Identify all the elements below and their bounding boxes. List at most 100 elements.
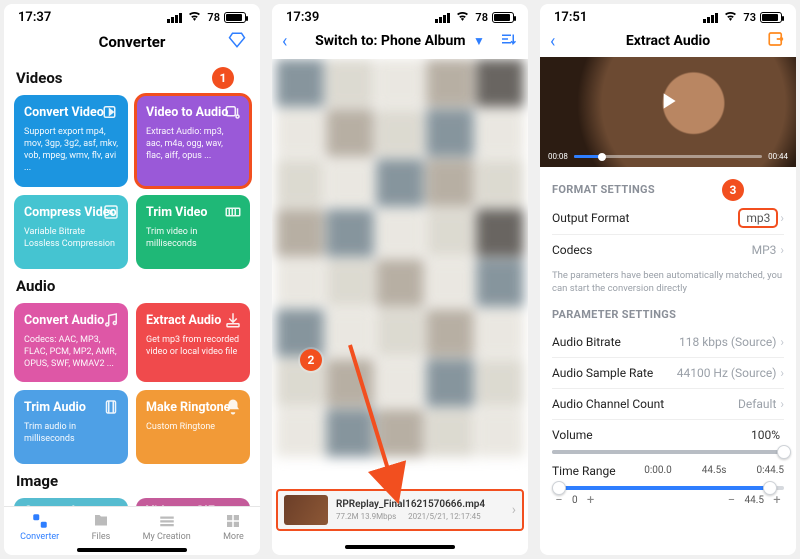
section-format-settings: FORMAT SETTINGS	[552, 183, 784, 196]
row-label: Time Range	[552, 464, 644, 478]
row-output-format[interactable]: Output Format mp3 ›	[552, 202, 784, 235]
row-audio-bitrate[interactable]: Audio Bitrate 118 kbps (Source) ›	[552, 327, 784, 358]
back-button[interactable]: ‹	[550, 31, 555, 52]
row-label: Audio Bitrate	[552, 335, 679, 349]
tab-label: Converter	[20, 532, 59, 542]
annotation-badge-3: 3	[722, 179, 744, 201]
battery-icon	[224, 12, 246, 23]
chevron-down-icon: ▼	[473, 34, 485, 48]
convert-icon	[102, 103, 120, 121]
card-trim-video[interactable]: Trim Video Trim video in milliseconds	[136, 195, 250, 269]
card-compress-video[interactable]: Compress Video Variable Bitrate Lossless…	[14, 195, 128, 269]
row-channel-count[interactable]: Audio Channel Count Default ›	[552, 389, 784, 420]
video-scrubber[interactable]	[574, 155, 762, 158]
row-value: 100%	[751, 428, 780, 442]
tab-label: More	[223, 532, 244, 542]
battery-icon	[492, 12, 514, 23]
card-video-to-audio[interactable]: Video to Audio Extract Audio: mp3, aac, …	[136, 95, 250, 187]
row-sample-rate[interactable]: Audio Sample Rate 44100 Hz (Source) ›	[552, 358, 784, 389]
chevron-right-icon: ›	[780, 335, 784, 349]
screen-extract-audio: 17:51 73 ‹ Extract Audio 00:08 00:44 FOR…	[540, 4, 796, 555]
main-content: Videos Convert Video Support export mp4,…	[4, 61, 260, 506]
signal-icon	[703, 13, 718, 23]
range-start: 0:00.0	[644, 465, 672, 476]
compress-icon	[102, 203, 120, 221]
clock: 17:37	[18, 10, 51, 25]
video-preview[interactable]: 00:08 00:44	[540, 57, 796, 167]
card-extract-audio[interactable]: Extract Audio Get mp3 from recorded vide…	[136, 303, 250, 382]
card-trim-audio[interactable]: Trim Audio Trim audio in milliseconds	[14, 390, 128, 464]
header: ‹ Extract Audio	[540, 27, 796, 57]
annotation-arrow	[344, 339, 424, 509]
header: ‹ Switch to: Phone Album ▼	[272, 27, 528, 59]
tab-label: Files	[92, 532, 111, 542]
range-end-value: 44.5	[745, 495, 765, 506]
tab-converter[interactable]: Converter	[20, 512, 59, 542]
range-duration: 44.5s	[702, 465, 727, 476]
range-end-plus[interactable]: +	[770, 494, 784, 508]
time-current: 00:08	[548, 152, 568, 161]
row-volume: Volume 100%	[552, 420, 784, 444]
card-convert-audio[interactable]: Convert Audio Codecs: AAC, MP3, FLAC, PC…	[14, 303, 128, 382]
time-total: 00:44	[768, 152, 788, 161]
battery-pct: 78	[207, 11, 220, 24]
premium-icon[interactable]	[228, 31, 246, 53]
tab-files[interactable]: Files	[92, 512, 111, 542]
range-end-minus[interactable]: −	[725, 494, 739, 508]
screen-converter: 17:37 78 Converter 1 Videos Convert Vide…	[4, 4, 260, 555]
audio-convert-icon	[102, 311, 120, 329]
annotation-badge-1: 1	[212, 67, 234, 89]
export-button[interactable]	[766, 30, 786, 52]
video-timebar[interactable]: 00:08 00:44	[548, 152, 788, 161]
card-video-to-gif[interactable]: Video to GIF	[136, 498, 250, 506]
annotation-badge-2: 2	[300, 349, 322, 371]
row-label: Volume	[552, 428, 751, 442]
page-title: Switch to: Phone Album	[315, 33, 465, 49]
photo-grid[interactable]: 2 RPReplay_Final1621570666.mp4 77.2M 13.…	[272, 59, 528, 555]
range-start-minus[interactable]: −	[552, 494, 566, 508]
row-value: Default	[738, 397, 776, 411]
trim-icon	[224, 203, 242, 221]
tab-more[interactable]: More	[223, 512, 244, 542]
status-bar: 17:51 73	[540, 4, 796, 27]
home-indicator	[77, 548, 187, 552]
tab-my-creation[interactable]: My Creation	[143, 512, 191, 542]
range-start-value: 0	[572, 495, 578, 506]
bell-icon	[224, 398, 242, 416]
volume-slider[interactable]	[552, 450, 784, 454]
sort-button[interactable]	[498, 30, 518, 52]
row-label: Audio Channel Count	[552, 397, 738, 411]
card-desc: Trim video in milliseconds	[146, 226, 240, 250]
card-convert-video[interactable]: Convert Video Support export mp4, mov, 3…	[14, 95, 128, 187]
time-range-slider[interactable]	[552, 486, 784, 490]
extract-icon	[224, 311, 242, 329]
range-steppers: − 0 + − 44.5 +	[552, 494, 784, 508]
battery-pct: 78	[475, 11, 488, 24]
row-label: Codecs	[552, 243, 752, 257]
card-title: Video to GIF	[146, 504, 240, 506]
card-desc: Get mp3 from recorded video or local vid…	[146, 334, 240, 358]
format-hint: The parameters have been automatically m…	[552, 265, 784, 298]
album-switcher[interactable]: Switch to: Phone Album ▼	[315, 33, 485, 49]
battery-pct: 73	[743, 11, 756, 24]
range-start-plus[interactable]: +	[584, 494, 598, 508]
wifi-icon	[456, 11, 469, 24]
home-indicator	[345, 545, 455, 549]
row-codecs[interactable]: Codecs MP3 ›	[552, 235, 784, 265]
signal-icon	[167, 13, 182, 23]
chevron-right-icon: ›	[780, 243, 784, 257]
back-button[interactable]: ‹	[282, 31, 287, 52]
signal-icon	[435, 13, 450, 23]
play-icon[interactable]	[655, 88, 681, 118]
battery-icon	[760, 12, 782, 23]
status-right: 73	[703, 11, 782, 24]
trim-audio-icon	[102, 398, 120, 416]
status-bar: 17:39 78	[272, 4, 528, 27]
file-thumbnail	[284, 495, 328, 525]
header: Converter 1	[4, 27, 260, 61]
range-end: 0:44.5	[756, 465, 784, 476]
card-convert-image[interactable]: Convert Image	[14, 498, 128, 506]
card-make-ringtone[interactable]: Make Ringtone Custom Ringtone	[136, 390, 250, 464]
wifi-icon	[188, 11, 201, 24]
tab-bar: Converter Files My Creation More	[4, 506, 260, 545]
